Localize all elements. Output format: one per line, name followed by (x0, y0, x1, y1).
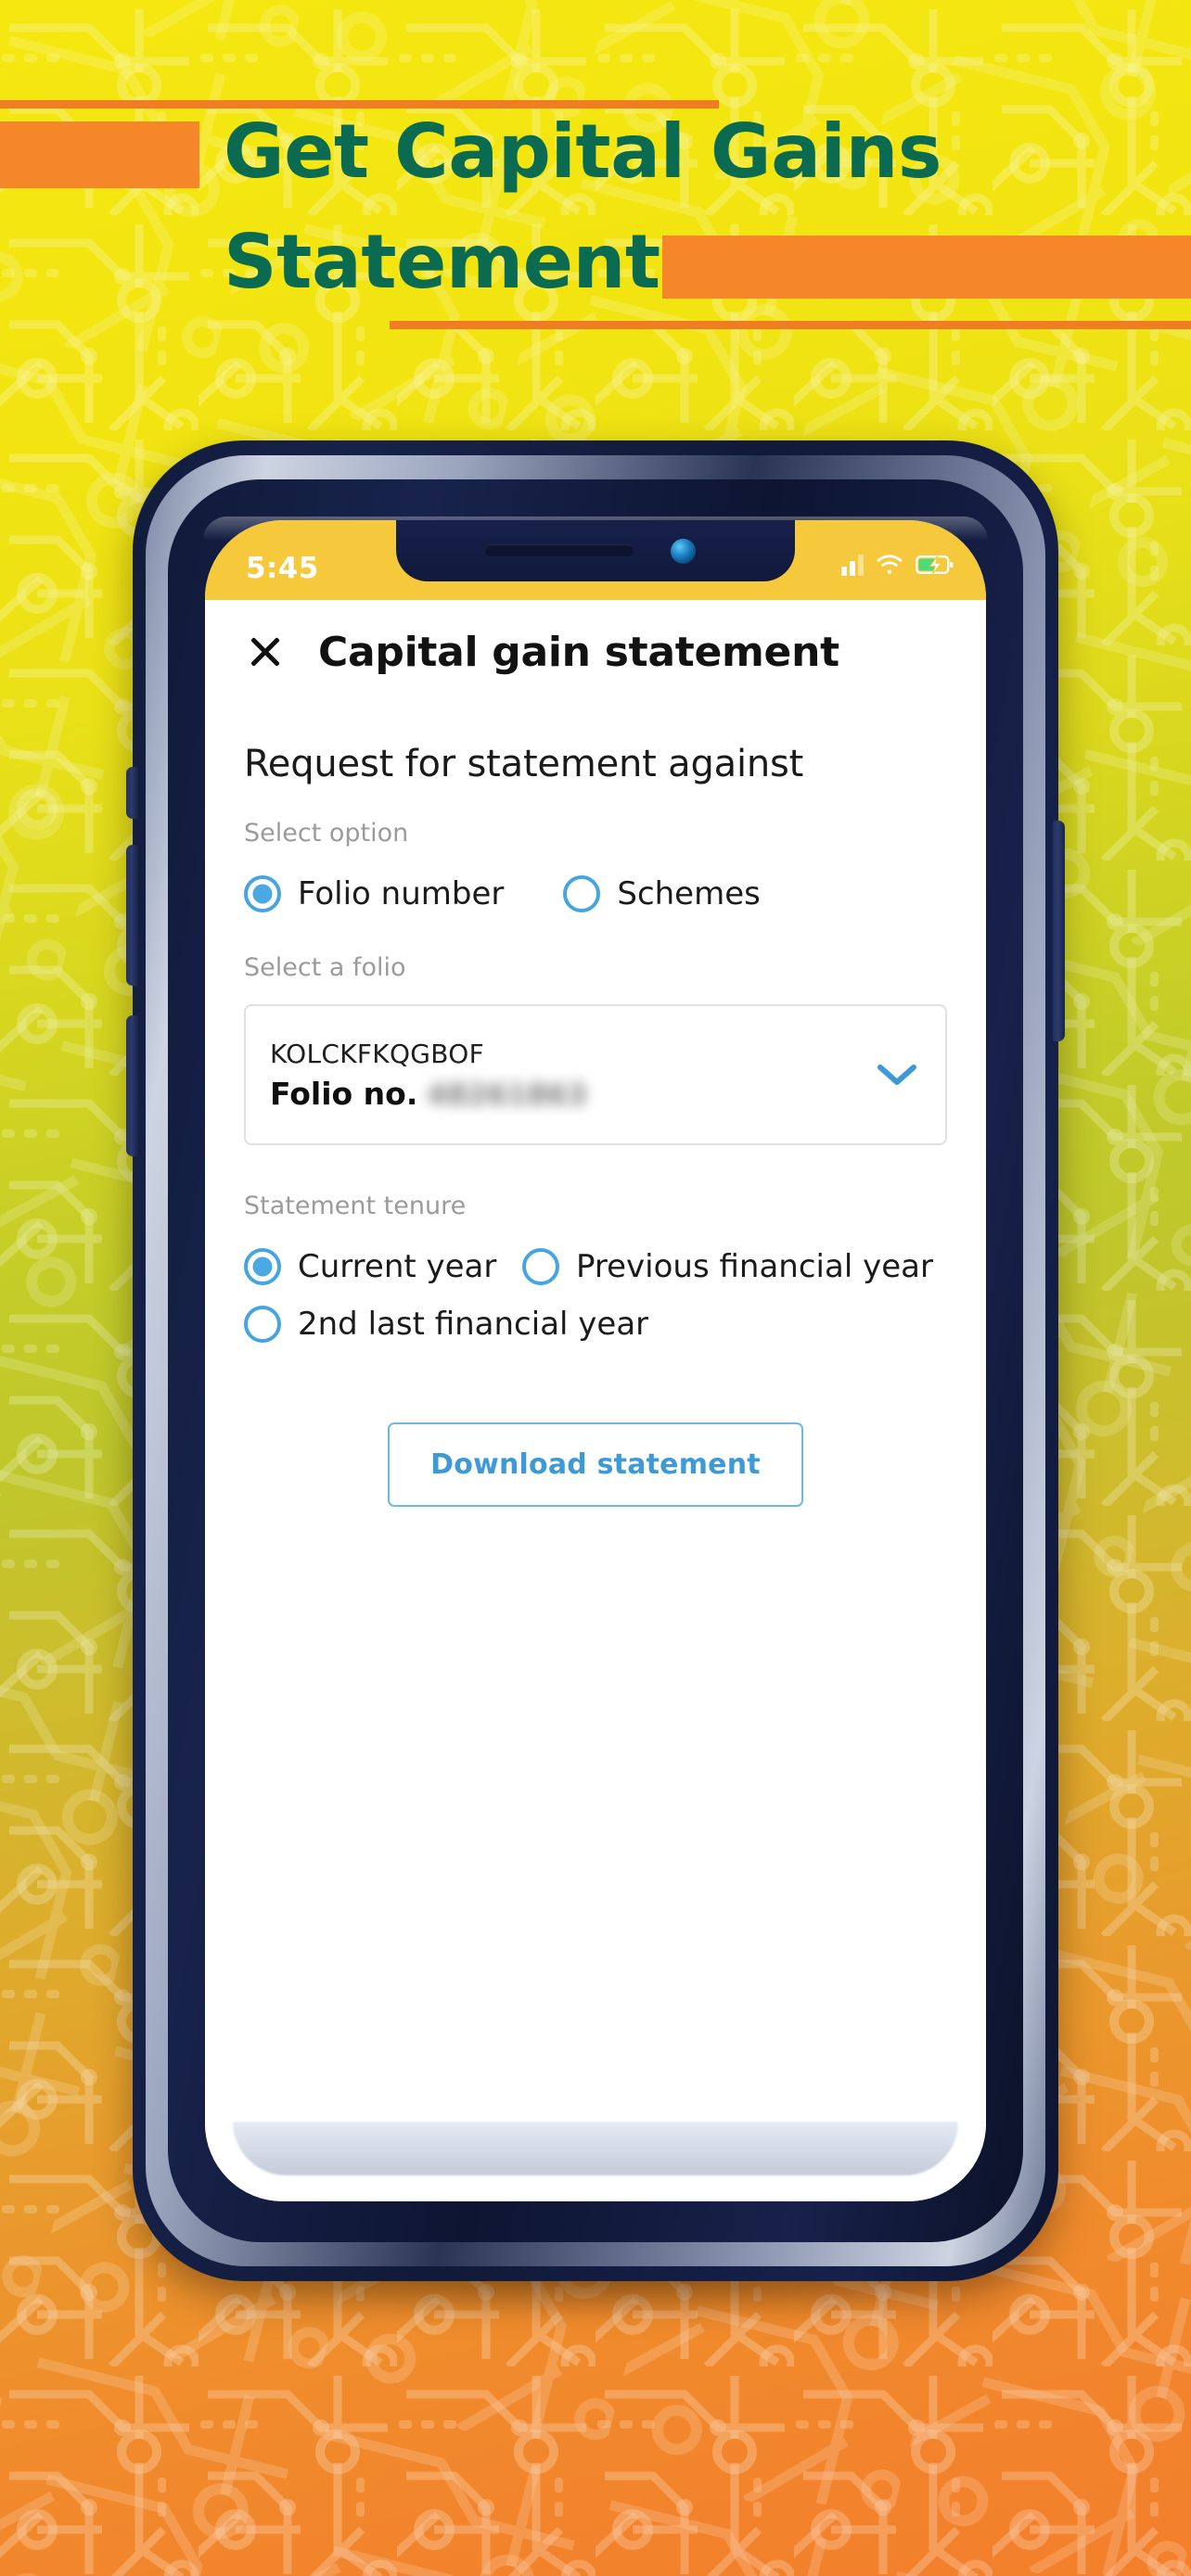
app-title: Capital gain statement (318, 628, 839, 676)
banner-title-block: Get Capital Gains Statement (0, 0, 1191, 352)
radio-option-schemes[interactable]: Schemes (563, 875, 761, 912)
download-button-wrapper: Download statement (244, 1422, 947, 1507)
earpiece-speaker-icon (485, 544, 634, 556)
folio-number-label: Folio no. (270, 1075, 418, 1112)
radio-selected-icon (244, 875, 281, 912)
folio-number-value-redacted: 48261863 (427, 1078, 587, 1112)
radio-option-label: Current year (298, 1248, 497, 1285)
phone-body: 5:45 Capital gain statement Request for … (126, 440, 1065, 2281)
radio-tenure-previous-financial-year[interactable]: Previous financial year (522, 1248, 933, 1285)
wifi-icon (877, 555, 903, 574)
folio-number-row: Folio no. 48261863 (270, 1076, 587, 1112)
battery-charging-icon (916, 555, 954, 575)
signal-bars-icon (841, 554, 864, 576)
statement-tenure-label: Statement tenure (244, 1192, 467, 1220)
radio-unselected-icon (244, 1306, 281, 1343)
radio-option-folio-number[interactable]: Folio number (244, 875, 504, 912)
phone-screen: 5:45 Capital gain statement Request for … (205, 520, 986, 2201)
power-button[interactable] (1053, 821, 1065, 1041)
banner-title-line-2: Statement (224, 219, 660, 305)
volume-down-button[interactable] (126, 845, 138, 986)
radio-option-label: Folio number (298, 875, 505, 912)
app-header: Capital gain statement (205, 600, 986, 704)
radio-tenure-current-year[interactable]: Current year (244, 1248, 522, 1285)
phone-edge-highlight: 5:45 Capital gain statement Request for … (146, 455, 1045, 2266)
phone-notch (396, 520, 795, 581)
title-bottom-rule (390, 321, 1191, 329)
radio-option-label: Previous financial year (576, 1248, 933, 1285)
title-accent-block-right (662, 236, 1191, 299)
radio-unselected-icon (563, 875, 601, 912)
app-content: Request for statement against Select opt… (205, 704, 986, 2201)
section-heading: Request for statement against (244, 743, 804, 785)
phone-mockup: 5:45 Capital gain statement Request for … (126, 440, 1065, 2318)
title-accent-block-left (0, 121, 199, 188)
volume-up-button[interactable] (126, 1015, 138, 1156)
folio-code: KOLCKFKQGBOF (270, 1038, 485, 1069)
radio-option-label: 2nd last financial year (298, 1306, 649, 1343)
select-folio-label: Select a folio (244, 953, 406, 982)
status-bar-time: 5:45 (246, 552, 319, 585)
option-radio-group: Folio number Schemes (244, 875, 947, 912)
radio-selected-icon (244, 1248, 281, 1285)
status-bar-icons (841, 554, 954, 576)
mute-switch-button[interactable] (126, 767, 138, 819)
download-statement-button[interactable]: Download statement (388, 1422, 803, 1507)
tenure-radio-group-row-2: 2nd last financial year (244, 1306, 947, 1343)
radio-unselected-icon (522, 1248, 559, 1285)
chevron-down-icon[interactable] (877, 1063, 917, 1087)
phone-inner-bezel: 5:45 Capital gain statement Request for … (168, 479, 1023, 2242)
screen-bottom-glass (233, 2122, 958, 2175)
folio-select-card[interactable]: KOLCKFKQGBOF Folio no. 48261863 (244, 1004, 947, 1145)
front-camera-icon (671, 539, 696, 564)
radio-tenure-2nd-last-financial-year[interactable]: 2nd last financial year (244, 1306, 648, 1343)
select-option-label: Select option (244, 819, 409, 848)
close-icon[interactable] (244, 631, 287, 673)
radio-option-label: Schemes (617, 875, 761, 912)
banner-title-line-1: Get Capital Gains (224, 108, 942, 195)
title-top-rule (0, 100, 719, 108)
folio-card-text: KOLCKFKQGBOF Folio no. 48261863 (270, 1039, 587, 1112)
tenure-radio-group-row-1: Current year Previous financial year (244, 1248, 947, 1285)
